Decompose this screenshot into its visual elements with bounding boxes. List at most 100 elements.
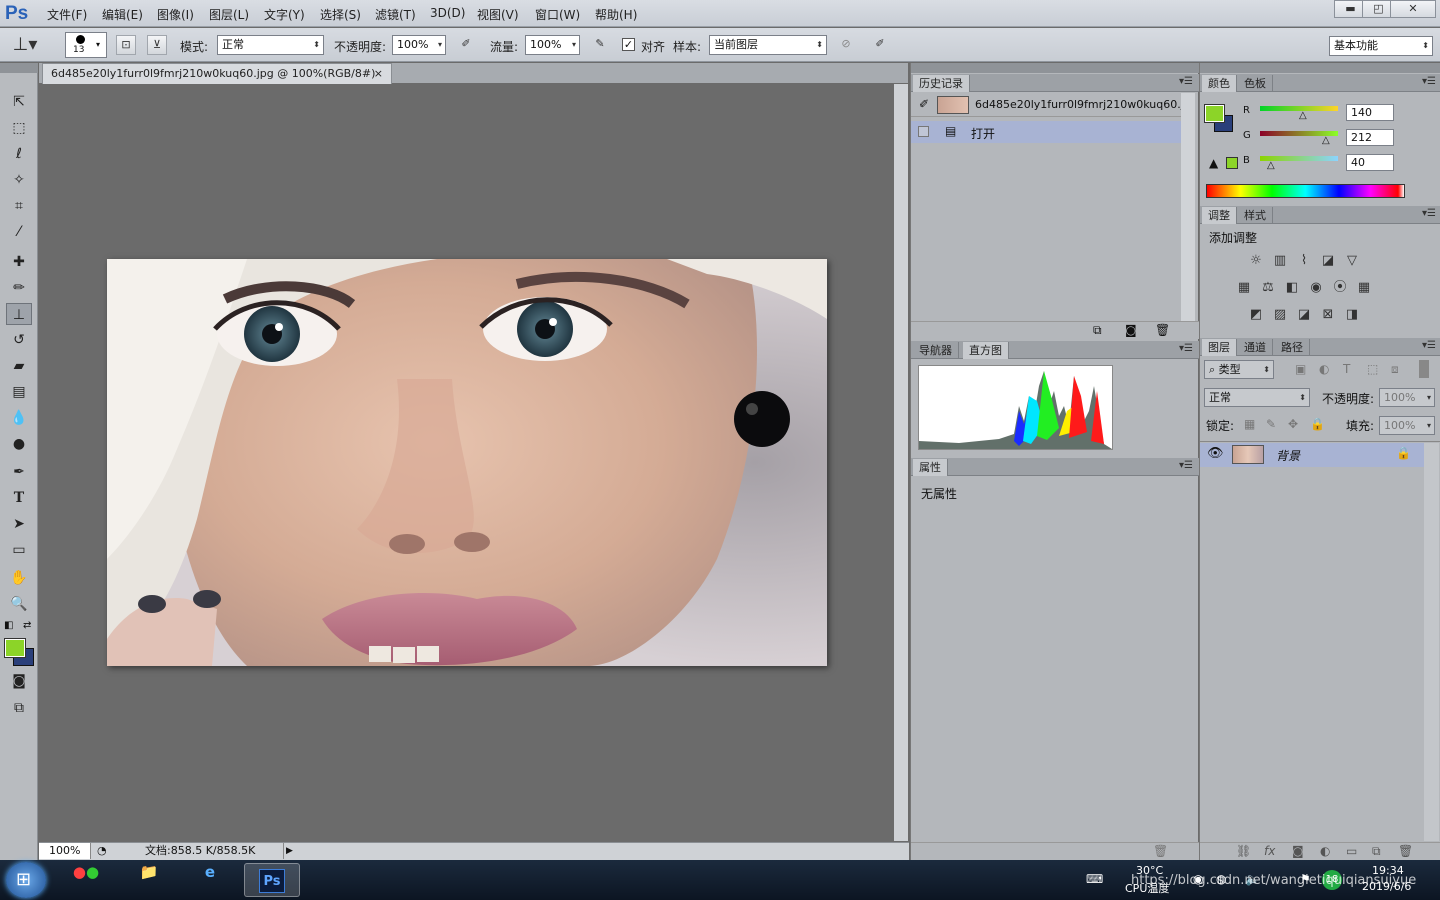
zoom-tool-icon[interactable]: 🔍 xyxy=(6,593,32,615)
menu-filter[interactable]: 滤镜(T) xyxy=(375,6,416,23)
history-step-row[interactable]: ▤ 打开 xyxy=(911,121,1181,143)
tab-layers[interactable]: 图层 xyxy=(1202,339,1237,356)
brightness-icon[interactable]: ☼ xyxy=(1247,253,1265,269)
menu-image[interactable]: 图像(I) xyxy=(157,6,194,23)
eraser-tool-icon[interactable]: ▰ xyxy=(6,355,32,377)
channel-mixer-icon[interactable]: ⦿ xyxy=(1331,280,1349,296)
tab-navigator[interactable]: 导航器 xyxy=(913,342,959,359)
threshold-icon[interactable]: ◪ xyxy=(1295,307,1313,323)
g-slider-handle[interactable]: △ xyxy=(1322,135,1330,146)
rectangle-tool-icon[interactable]: ▭ xyxy=(6,539,32,561)
fx-icon[interactable]: fx xyxy=(1264,844,1275,858)
menu-edit[interactable]: 编辑(E) xyxy=(102,6,143,23)
toolbar-grip[interactable] xyxy=(0,63,38,73)
blur-tool-icon[interactable]: 💧 xyxy=(6,407,32,429)
trash-icon[interactable]: 🗑 xyxy=(1398,844,1413,858)
foreground-color-swatch[interactable] xyxy=(4,638,26,658)
posterize-icon[interactable]: ▨ xyxy=(1271,307,1289,323)
menu-file[interactable]: 文件(F) xyxy=(47,6,87,23)
lock-position-icon[interactable]: ✥ xyxy=(1288,417,1298,431)
filter-type-icon[interactable]: T xyxy=(1343,362,1350,376)
move-tool-icon[interactable]: ⇱ xyxy=(6,91,32,113)
opacity-input[interactable]: 100% ▾ xyxy=(392,35,446,55)
photo-filter-icon[interactable]: ◉ xyxy=(1307,280,1325,296)
pressure-size-icon[interactable]: ✐ xyxy=(870,35,890,55)
new-document-from-state-icon[interactable]: ⧉ xyxy=(1093,323,1102,338)
dodge-tool-icon[interactable]: ● xyxy=(6,433,32,455)
b-slider-handle[interactable]: △ xyxy=(1267,160,1275,171)
menu-layer[interactable]: 图层(L) xyxy=(209,6,249,23)
color-spectrum-bar[interactable] xyxy=(1206,184,1405,198)
exposure-icon[interactable]: ◪ xyxy=(1319,253,1337,269)
close-tab-icon[interactable]: × xyxy=(374,64,383,84)
vibrance-icon[interactable]: ▽ xyxy=(1343,253,1361,269)
curves-icon[interactable]: ⌇ xyxy=(1295,253,1313,269)
quick-mask-icon[interactable]: ◙ xyxy=(6,670,32,692)
pen-tool-icon[interactable]: ✒ xyxy=(6,461,32,483)
brush-preset-picker[interactable]: 13 ▾ xyxy=(65,32,107,58)
tab-channels[interactable]: 通道 xyxy=(1238,339,1273,356)
start-button[interactable]: ⊞ xyxy=(6,862,46,898)
close-button[interactable]: ✕ xyxy=(1390,0,1436,18)
panel-grip[interactable] xyxy=(1200,63,1440,73)
r-value-input[interactable]: 140 xyxy=(1346,104,1394,121)
tab-styles[interactable]: 样式 xyxy=(1238,207,1273,224)
menu-window[interactable]: 窗口(W) xyxy=(535,6,580,23)
trash-icon[interactable]: 🗑 xyxy=(1153,844,1168,858)
filter-adjustment-icon[interactable]: ◐ xyxy=(1319,362,1329,376)
filter-smart-object-icon[interactable]: ⧈ xyxy=(1391,362,1399,377)
hand-tool-icon[interactable]: ✋ xyxy=(6,567,32,589)
taskbar-app-colorful[interactable]: ●● xyxy=(58,863,114,897)
quick-select-tool-icon[interactable]: ✧ xyxy=(6,169,32,191)
selective-color-icon[interactable]: ◨ xyxy=(1343,307,1361,323)
g-value-input[interactable]: 212 xyxy=(1346,129,1394,146)
link-layers-icon[interactable]: ⛓ xyxy=(1236,844,1251,858)
blend-mode-select[interactable]: 正常 ⬍ xyxy=(1204,388,1310,407)
tab-adjustments[interactable]: 调整 xyxy=(1202,207,1237,224)
history-brush-tool-icon[interactable]: ↺ xyxy=(6,329,32,351)
mode-select[interactable]: 正常 ⬍ xyxy=(217,35,324,55)
zoom-field[interactable]: 100% xyxy=(39,843,91,859)
layers-scrollbar[interactable] xyxy=(1424,443,1439,841)
tab-paths[interactable]: 路径 xyxy=(1275,339,1310,356)
fill-input[interactable]: 100% ▾ xyxy=(1379,416,1435,435)
default-colors-icon[interactable]: ◧ xyxy=(4,620,13,631)
invert-icon[interactable]: ◩ xyxy=(1247,307,1265,323)
ignore-adjustment-icon[interactable]: ⊘ xyxy=(836,35,856,55)
crop-tool-icon[interactable]: ⌗ xyxy=(6,195,32,217)
panel-grip[interactable] xyxy=(911,63,1199,73)
document-image[interactable] xyxy=(107,259,827,666)
tab-properties[interactable]: 属性 xyxy=(913,459,948,476)
pressure-opacity-icon[interactable]: ✐ xyxy=(456,35,476,55)
tab-histogram[interactable]: 直方图 xyxy=(963,342,1009,359)
history-snapshot-row[interactable]: ✐ 6d485e20ly1furr0l9fmrj210w0kuq60.j... xyxy=(911,93,1194,117)
photoshop-taskbar-button[interactable]: Ps xyxy=(244,863,300,897)
panel-menu-icon[interactable]: ▾☰ xyxy=(1179,343,1193,354)
history-brush-source-icon[interactable]: ✐ xyxy=(919,97,929,111)
add-mask-icon[interactable]: ◙ xyxy=(1292,844,1304,858)
layer-row[interactable]: 👁 背景 🔒 xyxy=(1200,443,1424,467)
menu-view[interactable]: 视图(V) xyxy=(477,6,519,23)
internet-explorer-icon[interactable]: e xyxy=(182,863,238,897)
trash-icon[interactable]: 🗑 xyxy=(1155,323,1170,337)
sample-select[interactable]: 当前图层 ⬍ xyxy=(709,35,827,55)
new-layer-icon[interactable]: ⧉ xyxy=(1372,844,1381,859)
layer-filter-select[interactable]: ⌕ 类型 ⬍ xyxy=(1204,360,1274,379)
camera-snapshot-icon[interactable]: ◙ xyxy=(1125,323,1137,337)
keyboard-icon[interactable]: ⌨ xyxy=(1086,872,1103,886)
align-checkbox[interactable]: ✓ xyxy=(622,38,635,51)
lock-transparent-icon[interactable]: ▦ xyxy=(1244,417,1255,431)
lock-pixels-icon[interactable]: ✎ xyxy=(1266,417,1276,431)
swap-colors-icon[interactable]: ⇄ xyxy=(23,620,31,631)
brush-panel-icon[interactable]: ⊡ xyxy=(116,35,136,55)
eye-icon[interactable]: 👁 xyxy=(1207,446,1224,461)
workspace-select[interactable]: 基本功能 ⬍ xyxy=(1329,36,1433,56)
tab-history[interactable]: 历史记录 xyxy=(913,75,970,92)
type-tool-icon[interactable]: T xyxy=(6,487,32,509)
new-adjustment-layer-icon[interactable]: ◐ xyxy=(1320,844,1330,858)
history-step-checkbox[interactable] xyxy=(918,126,929,137)
vertical-scrollbar[interactable] xyxy=(894,84,908,841)
web-color-chip[interactable] xyxy=(1226,157,1238,169)
path-select-tool-icon[interactable]: ➤ xyxy=(6,513,32,535)
clone-stamp-tool-icon[interactable]: ⊥ xyxy=(6,303,32,325)
